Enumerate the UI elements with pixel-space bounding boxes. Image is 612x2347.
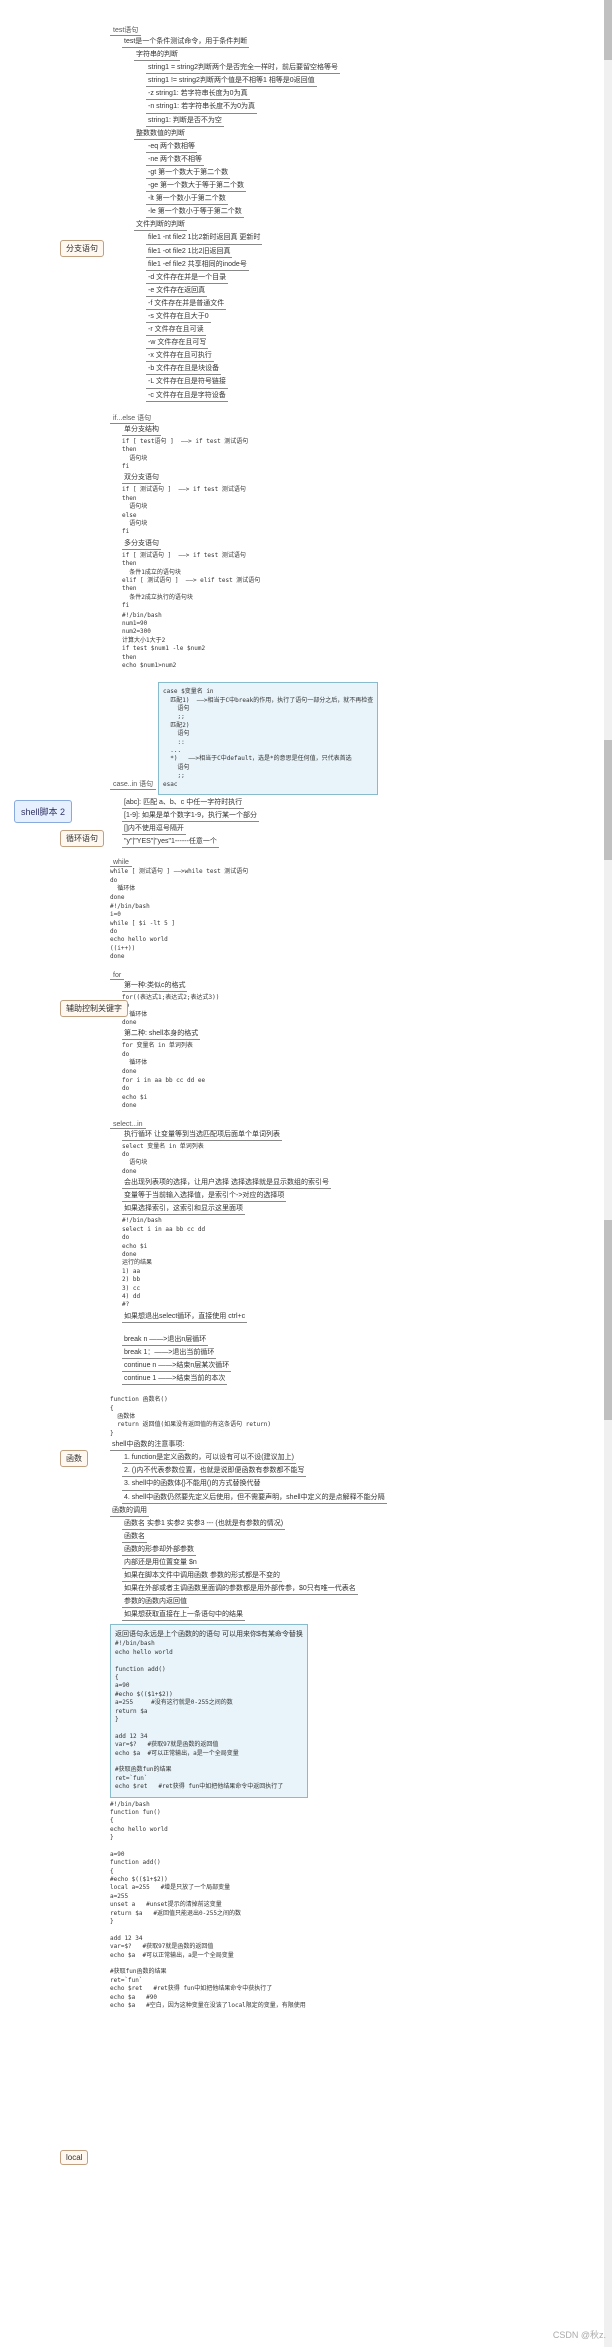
case-header: case..in 语句: [110, 779, 156, 790]
leaf: file1 -nt file2 1比2新时返回真 更新时: [146, 233, 262, 244]
leaf: -b 文件存在且是块设备: [146, 364, 221, 375]
num-title: 整数数值的判断: [134, 129, 187, 140]
leaf: 执行循环 让变量等到当选匹配项后面单个单词列表: [122, 1130, 282, 1141]
mindmap-container: shell脚本 2 分支语句 循环语句 辅助控制关键字 函数 local tes…: [0, 0, 612, 2030]
if-header: if...else 语句: [110, 413, 154, 424]
leaf: file1 -ot file2 1比2旧返回真: [146, 247, 232, 258]
func-code2: #!/bin/bash function fun() { echo hello …: [110, 1801, 612, 2011]
if-double: 双分支语句: [122, 473, 161, 484]
leaf: 内部还是用位置变量 $n: [122, 1558, 199, 1569]
watermark: CSDN @秋z.: [553, 2328, 606, 2341]
leaf: 参数的函数内返回值: [122, 1597, 189, 1608]
leaf: -ge 第一个数大于等于第二个数: [146, 181, 246, 192]
if-single: 单分支结构: [122, 425, 161, 436]
code-block: select 变量名 in 单词列表 do 语句块 done: [122, 1143, 612, 1177]
test-header: test语句: [110, 25, 141, 36]
break-1: break 1：——>退出当前循环: [122, 1348, 216, 1359]
leaf: string1 != string2判断两个值是不相等1 相等是0返回值: [146, 76, 317, 87]
select-header: select...in: [110, 1121, 146, 1129]
leaf: 如果选择索引，这索引和显示这里面项: [122, 1204, 245, 1215]
leaf: 如果在外部或者主调函数里面调的参数都是用外部传参，$0只有唯一代表名: [122, 1584, 358, 1595]
str-title: 字符串的判断: [134, 50, 180, 61]
leaf: -lt 第一个数小于第二个数: [146, 194, 228, 205]
leaf: -le 第一个数小于等于第二个数: [146, 207, 244, 218]
root-node[interactable]: shell脚本 2: [14, 800, 72, 823]
code-block: if [ 测试语句 ] ——> if test 测试语句 then 语句块 el…: [122, 486, 612, 536]
leaf: -s 文件存在且大于0: [146, 312, 211, 323]
leaf: 如果想退出select循环，直接使用 ctrl+c: [122, 1312, 247, 1323]
leaf: 函数名 实参1 实参2 实参3 --- (也就是有参数的情况): [122, 1519, 285, 1530]
leaf: -eq 两个数相等: [146, 142, 197, 153]
code-block: if [ test语句 ] ——> if test 测试语句 then 语句块 …: [122, 438, 612, 472]
test-desc: test是一个条件测试命令，用于条件判断: [122, 37, 249, 48]
code-example: #!/bin/bash select i in aa bb cc dd do e…: [122, 1217, 612, 1309]
func-callout: 返回语句永远是上个函数的的语句 可以用来你$有某命令替换 #!/bin/bash…: [110, 1624, 308, 1797]
code-block: if [ 测试语句 ] ——> if test 测试语句 then 条件1成立的…: [122, 552, 612, 611]
leaf: "y"|"YES"|"yes"1------任意一个: [122, 837, 219, 848]
leaf: -gt 第一个数大于第二个数: [146, 168, 230, 179]
continue-n: continue n ——>结束n层某次循环: [122, 1361, 231, 1372]
leaf: 函数的形参却外部参数: [122, 1545, 196, 1556]
leaf: -e 文件存在返回真: [146, 286, 207, 297]
branch-hanshu[interactable]: 函数: [60, 1450, 88, 1467]
file-title: 文件判断的判断: [134, 220, 187, 231]
for-header: for: [110, 972, 124, 980]
for-type2: 第二种: shell本身的格式: [122, 1029, 200, 1040]
continue-1: continue 1 ——>结束当前的本次: [122, 1374, 227, 1385]
branch-xunhuan[interactable]: 循环语句: [60, 830, 104, 847]
leaf: 4. shell中函数仍然要先定义后使用，但不需要声明，shell中定义的是点解…: [122, 1493, 387, 1504]
while-header: while: [110, 859, 132, 867]
break-n: break n ——>退出n层循环: [122, 1335, 208, 1346]
leaf: 如果在脚本文件中调用函数 参数的形式都是不变的: [122, 1571, 282, 1582]
leaf: 会出现列表项的选择，让用户选择 选择选择就是显示数组的索引号: [122, 1178, 331, 1189]
leaf: 1. function是定义函数的，可以设有可以不设(建议加上): [122, 1453, 296, 1464]
leaf: []内不使用逗号隔开: [122, 824, 186, 835]
branch-local[interactable]: local: [60, 2150, 88, 2165]
if-multi: 多分支语句: [122, 539, 161, 550]
leaf: 如果想获取直接在上一条语句中的结果: [122, 1610, 245, 1621]
code-example: #!/bin/bash i=0 while [ $i -lt 5 ] do ec…: [110, 903, 612, 962]
func-note-title: shell中函数的注意事项:: [110, 1440, 186, 1451]
leaf: -ne 两个数不相等: [146, 155, 204, 166]
case-callout: case $变量名 in 匹配1) ——>相当于C中break的作用，执行了语句…: [158, 682, 378, 795]
code-block: for((表达式1;表达式2;表达式3)) do 循环体 done: [122, 994, 612, 1028]
for-type1: 第一种:类似c的格式: [122, 981, 187, 992]
leaf: [abc]: 匹配 a、b、c 中任一字符时执行: [122, 798, 244, 809]
leaf: string1 = string2判断两个是否完全一样时，前后要留空格等号: [146, 63, 340, 74]
leaf: 3. shell中的函数体{}不能用()的方式替换代替: [122, 1479, 263, 1490]
branch-fuzhu[interactable]: 辅助控制关键字: [60, 1000, 128, 1017]
leaf: 函数名: [122, 1532, 147, 1543]
leaf: -z string1: 若字符串长度为0为真: [146, 89, 250, 100]
func-def: function 函数名() { 函数体 return 返回值(如果没有返回值的…: [110, 1396, 612, 1438]
branch-fenzhi[interactable]: 分支语句: [60, 240, 104, 257]
leaf: 2. ()内不代表参数位置，也就是说即便函数有参数都不能写: [122, 1466, 306, 1477]
leaf: -n string1: 若字符串长度不为0为真: [146, 102, 257, 113]
func-call-title: 函数的调用: [110, 1506, 149, 1517]
leaf: -r 文件存在且可读: [146, 325, 206, 336]
code-example: #!/bin/bash num1=90 num2=300 计算大小1大于2 if…: [122, 612, 612, 671]
leaf: 变量等于当前输入选择值，是索引个->对应的选择项: [122, 1191, 286, 1202]
leaf: -w 文件存在且可写: [146, 338, 208, 349]
code-example: for i in aa bb cc dd ee do echo $i done: [122, 1077, 612, 1111]
leaf: string1: 判断是否不为空: [146, 116, 224, 127]
code-block: for 变量名 in 单词列表 do 循环体 done: [122, 1042, 612, 1076]
leaf: -d 文件存在并是一个目录: [146, 273, 228, 284]
leaf: -L 文件存在且是符号链接: [146, 377, 228, 388]
leaf: -c 文件存在且是字符设备: [146, 391, 228, 402]
code-block: while [ 测试语句 ] ——>while test 测试语句 do 循环体…: [110, 868, 612, 902]
leaf: [1-9]: 如果是单个数字1-9，执行某一个部分: [122, 811, 259, 822]
leaf: -f 文件存在并是普通文件: [146, 299, 226, 310]
leaf: file1 -ef file2 共享相同的inode号: [146, 260, 249, 271]
leaf: -x 文件存在且可执行: [146, 351, 214, 362]
